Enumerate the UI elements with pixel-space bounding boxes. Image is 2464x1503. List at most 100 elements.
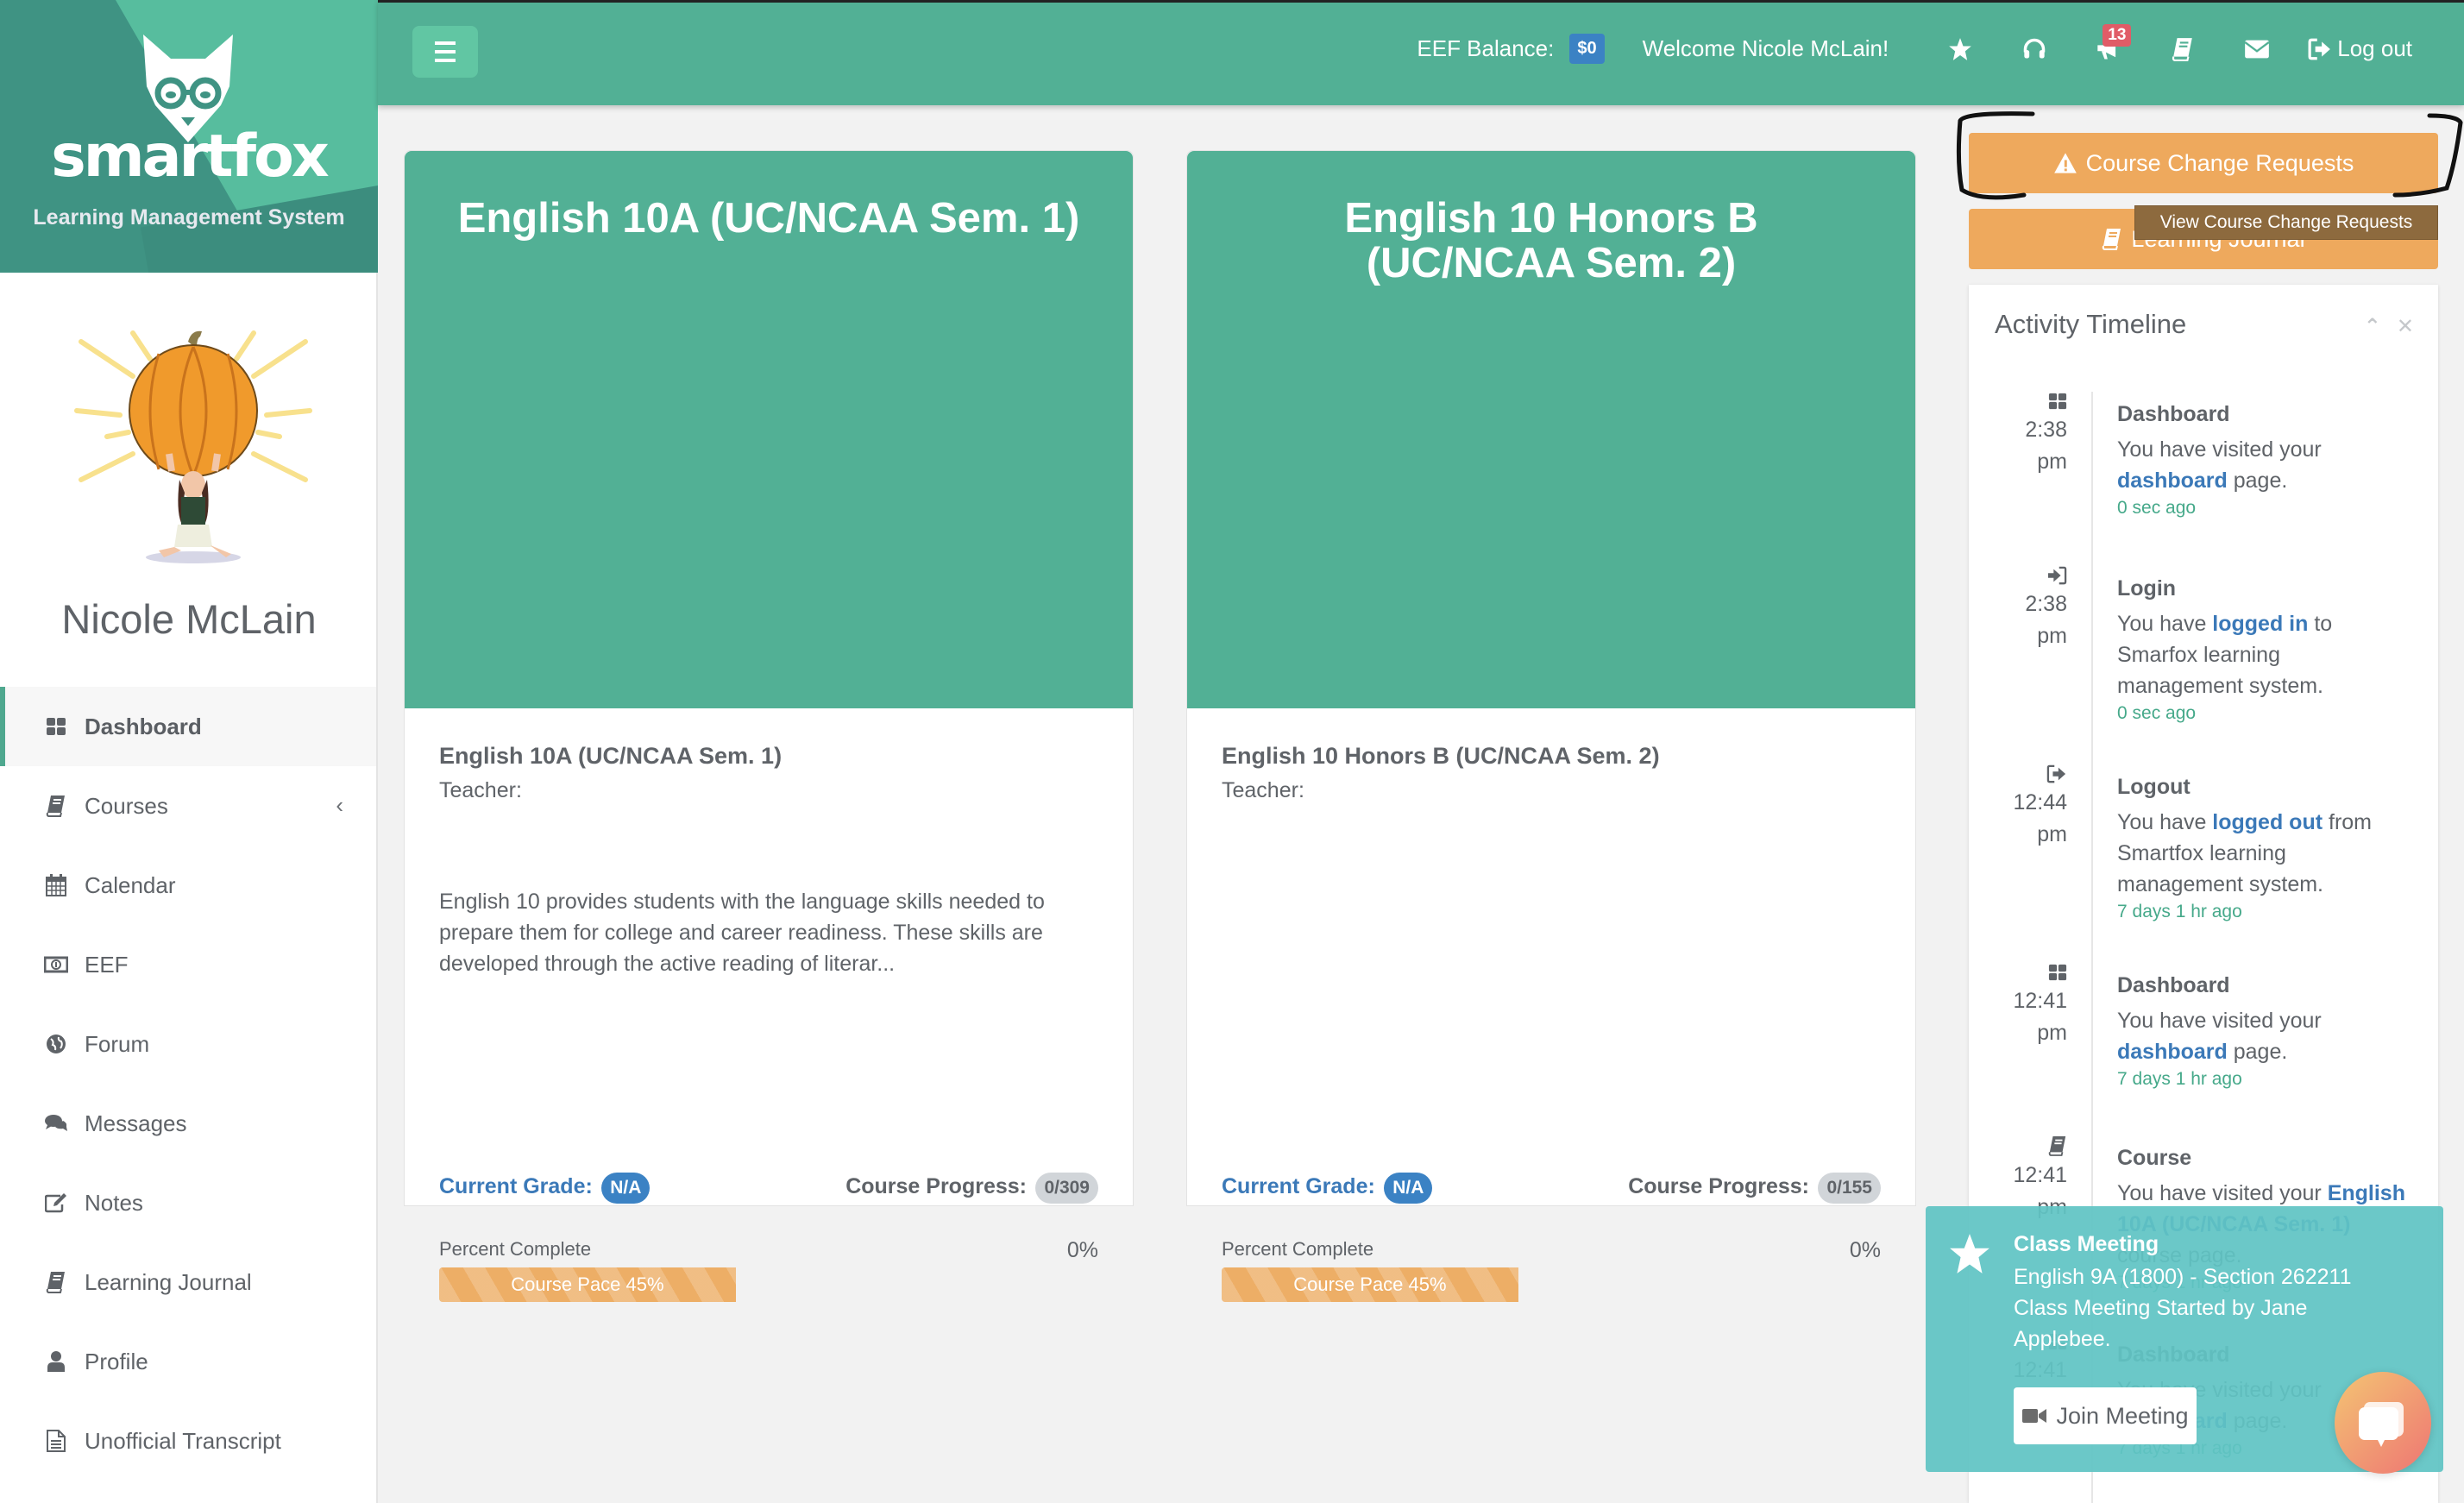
profile-avatar[interactable] [72,324,314,566]
sidebar-item-label: Unofficial Transcript [85,1427,281,1454]
percent-complete-row: Percent Complete 0% [1222,1238,1881,1263]
timeline-text-pre: You have visited your [2117,1009,2322,1033]
money-icon [43,952,69,978]
headset-icon[interactable] [2020,35,2049,64]
dashboard-icon [1969,392,2067,411]
course-title[interactable]: English 10A (UC/NCAA Sem. 1) [439,743,1098,770]
sidebar-item-messages[interactable]: Messages [0,1084,376,1163]
welcome-message: Welcome Nicole McLain! [1642,35,1889,61]
course-progress-label: Course Progress: [845,1174,1027,1198]
timeline-time-ampm: pm [2037,624,2067,648]
sidebar-item-label: Messages [85,1110,187,1136]
activity-timeline-title: Activity Timeline [1995,309,2187,339]
book-icon [43,793,69,819]
timeline-time-value: 2:38 [2025,592,2067,616]
join-meeting-button[interactable]: Join Meeting [2014,1387,2197,1444]
menu-toggle-button[interactable] [412,26,478,78]
close-icon[interactable]: ✕ [2397,314,2414,339]
sidebar-item-unofficial-transcript[interactable]: Unofficial Transcript [0,1401,376,1481]
percent-complete-label: Percent Complete [1222,1238,1374,1260]
globe-icon [43,1031,69,1057]
course-change-requests-button[interactable]: Course Change Requests [1969,133,2438,193]
timeline-time-ampm: pm [2037,822,2067,846]
sidebar-item-calendar[interactable]: Calendar [0,846,376,925]
timeline-time-ampm: pm [2037,1021,2067,1045]
course-pace-bar: Course Pace 45% [439,1267,1098,1302]
timeline-ago: 7 days 1 hr ago [2117,1069,2242,1089]
collapse-icon[interactable]: ⌃ [2364,314,2381,339]
course-pace-fill: Course Pace 45% [439,1267,736,1302]
timeline-link[interactable]: dashboard [2117,469,2228,493]
course-card[interactable]: English 10A (UC/NCAA Sem. 1) English 10A… [404,150,1134,1302]
course-pace-fill: Course Pace 45% [1222,1267,1518,1302]
timeline-tools: ⌃ ✕ [2364,314,2414,339]
course-change-tooltip: View Course Change Requests [2134,205,2438,240]
timeline-content: Dashboard You have visited your dashboard… [2117,963,2411,1090]
dashboard-icon [1969,963,2067,982]
timeline-ago: 0 sec ago [2117,703,2197,723]
timeline-heading: Course [2117,1146,2192,1170]
sidebar-item-profile[interactable]: Profile [0,1322,376,1401]
eef-balance-badge[interactable]: $0 [1569,34,1605,64]
sidebar-item-learning-journal[interactable]: Learning Journal [0,1242,376,1322]
timeline-text-post: page. [2227,1040,2288,1064]
course-stats: Current Grade: N/A Course Progress: 0/15… [1222,1173,1881,1204]
sidebar-item-label: Learning Journal [85,1268,252,1295]
percent-complete-label: Percent Complete [439,1238,592,1260]
book-icon[interactable] [2168,35,2197,64]
profile-name: Nicole McLain [61,596,317,642]
course-card-header[interactable]: English 10A (UC/NCAA Sem. 1) [405,151,1133,708]
timeline-text: You have logged in to Smarfox learning m… [2117,608,2411,701]
course-teacher: Teacher: [439,778,522,802]
logo-block[interactable]: smartfox Learning Management System [0,0,378,273]
timeline-time-value: 12:41 [2013,1163,2067,1187]
sidebar-item-label: Calendar [85,871,176,898]
course-card-header-title: English 10A (UC/NCAA Sem. 1) [457,195,1080,242]
star-icon [1950,1234,1989,1273]
course-stats: Current Grade: N/A Course Progress: 0/30… [439,1173,1098,1204]
notification-body: English 9A (1800) - Section 262211 Class… [2014,1261,2393,1355]
hamburger-icon [435,39,456,65]
sidebar-item-dashboard[interactable]: Dashboard [0,687,376,766]
current-grade-badge: N/A [1384,1173,1433,1204]
current-grade-label: Current Grade: [1222,1174,1375,1198]
book-icon [43,1269,69,1295]
sidebar-item-courses[interactable]: Courses ‹ [0,766,376,846]
timeline-link[interactable]: logged in [2212,612,2308,636]
sidebar-nav: Dashboard Courses ‹ Calendar EEF Forum M… [0,687,376,1481]
chat-launcher-button[interactable] [2335,1372,2431,1474]
timeline-time-value: 12:41 [2013,989,2067,1013]
timeline-text: You have visited your dashboard page. [2117,1005,2411,1067]
course-card-body: English 10A (UC/NCAA Sem. 1) Teacher: En… [439,743,1098,1302]
logout-button[interactable]: Log out [2308,35,2412,62]
sidebar-item-notes[interactable]: Notes [0,1163,376,1242]
sidebar-item-forum[interactable]: Forum [0,1004,376,1084]
course-card-body: English 10 Honors B (UC/NCAA Sem. 2) Tea… [1222,743,1881,1302]
course-progress-badge: 0/309 [1035,1173,1098,1204]
course-pace-bar: Course Pace 45% [1222,1267,1881,1302]
star-icon[interactable] [1945,35,1975,64]
timeline-link[interactable]: logged out [2212,810,2323,834]
timeline-text-pre: You have visited your [2117,437,2322,462]
course-title[interactable]: English 10 Honors B (UC/NCAA Sem. 2) [1222,743,1881,770]
sidebar-item-label: Profile [85,1348,148,1374]
timeline-time: 2:38 pm [1969,392,2067,478]
envelope-icon[interactable] [2242,35,2272,64]
chevron-left-icon[interactable]: ‹ [336,792,343,819]
course-teacher: Teacher: [1222,778,1304,802]
course-card[interactable]: English 10 Honors B (UC/NCAA Sem. 2) Eng… [1186,150,1916,1302]
user-icon [43,1349,69,1374]
sidebar-item-label: Notes [85,1189,143,1216]
sidebar-item-eef[interactable]: EEF [0,925,376,1004]
timeline-content: Login You have logged in to Smarfox learn… [2117,566,2411,724]
notification-title: Class Meeting [2014,1232,2159,1256]
course-card-header[interactable]: English 10 Honors B (UC/NCAA Sem. 2) [1187,151,1915,708]
timeline-heading: Logout [2117,775,2191,799]
bullhorn-icon[interactable]: 13 [2094,23,2132,64]
sidebar: smartfox Learning Management System Nico… [0,0,378,1503]
timeline-link[interactable]: dashboard [2117,1040,2228,1064]
course-change-requests-label: Course Change Requests [2085,149,2354,176]
sign-in-icon [1969,566,2067,585]
timeline-heading: Login [2117,576,2177,601]
sign-out-icon [1969,764,2067,783]
